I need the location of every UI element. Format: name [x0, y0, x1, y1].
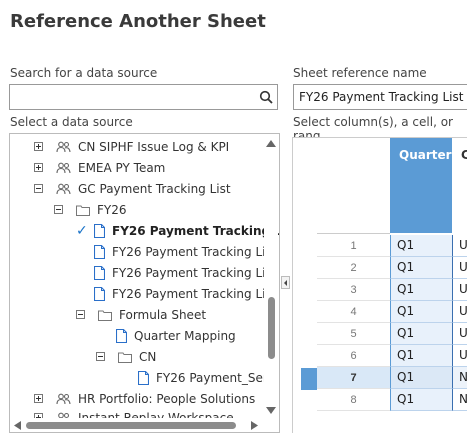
tree-item-fy26-folder[interactable]: FY26 — [54, 199, 127, 220]
row-number[interactable]: 6 — [317, 345, 390, 367]
sheet-icon — [94, 286, 105, 301]
cell-c[interactable]: U — [452, 235, 467, 257]
tree-item-formula-sheet[interactable]: Formula Sheet — [76, 304, 206, 325]
cell-c[interactable]: U — [452, 279, 467, 301]
cell-quarter[interactable]: Q1 — [390, 389, 452, 411]
expand-icon[interactable] — [34, 163, 43, 172]
cell-quarter[interactable]: Q1 — [390, 367, 452, 389]
tree-vertical-scrollbar[interactable] — [264, 134, 278, 418]
group-icon — [56, 162, 71, 174]
row-header-divider — [317, 233, 390, 234]
cell-c[interactable]: N — [452, 389, 467, 411]
tree-item-label: EMEA PY Team — [78, 160, 166, 175]
tree-item-label: GC Payment Tracking List — [78, 181, 231, 196]
scroll-up-icon[interactable] — [266, 140, 276, 147]
scroll-left-icon[interactable] — [14, 421, 21, 430]
tree-item-gc-payment-tracking[interactable]: GC Payment Tracking List — [34, 178, 231, 199]
tree-item-cn-siphf[interactable]: CN SIPHF Issue Log & KPI — [34, 136, 229, 157]
cell-c[interactable]: U — [452, 301, 467, 323]
tree-item-fy26-payment-ser[interactable]: FY26 Payment_Ser — [138, 367, 268, 388]
sheet-icon — [94, 223, 105, 238]
tree-item-label: HR Portfolio: People Solutions — [78, 391, 256, 406]
column-header-quarter[interactable]: Quarter — [390, 138, 452, 233]
tree-item-label: FY26 Payment Tracking Li — [112, 223, 280, 238]
tree-item-label: FY26 Payment Tracking Lis — [112, 286, 272, 301]
sheet-ref-box — [293, 84, 467, 110]
tree-item-fy26-payment-4[interactable]: FY26 Payment Tracking Lis — [94, 283, 272, 304]
collapse-icon[interactable] — [54, 205, 63, 214]
folder-icon — [76, 204, 90, 216]
dialog-title: Reference Another Sheet — [10, 11, 266, 32]
tree-item-label: Formula Sheet — [119, 307, 207, 322]
row-number[interactable]: 3 — [317, 279, 390, 301]
cell-c[interactable]: U — [452, 323, 467, 345]
scroll-down-icon[interactable] — [266, 407, 276, 414]
tree-item-quarter-mapping[interactable]: Quarter Mapping — [116, 325, 236, 346]
sheet-preview-grid: Quarter C 1 Q1 U 2 Q1 U 3 Q1 U 4 Q1 U 5 … — [292, 137, 467, 433]
tree-item-fy26-payment-3[interactable]: FY26 Payment Tracking Lis — [94, 262, 272, 283]
sheet-icon — [116, 328, 127, 343]
row-number[interactable]: 7 — [317, 367, 390, 389]
data-source-tree: CN SIPHF Issue Log & KPI EMEA PY Team GC… — [9, 133, 280, 433]
search-input[interactable] — [10, 85, 250, 109]
collapse-icon[interactable] — [96, 352, 105, 361]
tree-item-label: Quarter Mapping — [134, 328, 236, 343]
search-icon[interactable] — [259, 90, 273, 104]
vertical-scroll-thumb[interactable] — [268, 297, 275, 359]
sheet-ref-input[interactable] — [294, 85, 467, 109]
scroll-right-icon[interactable] — [251, 421, 258, 430]
column-header-c[interactable]: C — [452, 138, 467, 233]
cell-c[interactable]: N — [452, 367, 467, 389]
tree-item-fy26-payment-2[interactable]: FY26 Payment Tracking Lis — [94, 241, 272, 262]
row-number[interactable]: 4 — [317, 301, 390, 323]
row-number[interactable]: 1 — [317, 235, 390, 257]
row-selection-marker[interactable] — [301, 368, 317, 390]
tree-item-label: FY26 — [97, 202, 127, 217]
checkmark-icon: ✓ — [76, 222, 88, 239]
cell-quarter[interactable]: Q1 — [390, 257, 452, 279]
group-icon — [56, 183, 71, 195]
tree-item-label: FY26 Payment Tracking Lis — [112, 244, 272, 259]
search-label: Search for a data source — [10, 66, 158, 80]
cell-quarter[interactable]: Q1 — [390, 235, 452, 257]
tree-item-label: FY26 Payment Tracking Lis — [112, 265, 272, 280]
sheet-icon — [138, 370, 149, 385]
row-number[interactable]: 8 — [317, 389, 390, 411]
tree-item-cn-folder[interactable]: CN — [96, 346, 156, 367]
collapse-icon[interactable] — [76, 310, 85, 319]
cell-quarter[interactable]: Q1 — [390, 279, 452, 301]
tree-item-label: CN — [139, 349, 157, 364]
source-label: Select a data source — [10, 115, 133, 129]
sheet-ref-label: Sheet reference name — [293, 66, 427, 80]
tree-horizontal-scrollbar[interactable] — [10, 418, 279, 432]
cell-c[interactable]: U — [452, 257, 467, 279]
sheet-icon — [94, 265, 105, 280]
horizontal-scroll-thumb[interactable] — [26, 422, 236, 429]
collapse-icon[interactable] — [34, 184, 43, 193]
tree-item-label: FY26 Payment_Ser — [156, 370, 268, 385]
collapse-panel-handle[interactable] — [281, 276, 290, 289]
tree-item-fy26-payment-selected[interactable]: ✓ FY26 Payment Tracking Li — [76, 220, 280, 241]
row-number[interactable]: 2 — [317, 257, 390, 279]
group-icon — [56, 393, 71, 405]
expand-icon[interactable] — [34, 142, 43, 151]
folder-icon — [118, 351, 132, 363]
row-number[interactable]: 5 — [317, 323, 390, 345]
tree-item-label: CN SIPHF Issue Log & KPI — [78, 139, 230, 154]
folder-icon — [98, 309, 112, 321]
expand-icon[interactable] — [34, 394, 43, 403]
group-icon — [56, 141, 71, 153]
sheet-icon — [94, 244, 105, 259]
cell-quarter[interactable]: Q1 — [390, 345, 452, 367]
cell-c[interactable]: U — [452, 345, 467, 367]
search-box — [9, 84, 278, 110]
tree-item-hr-portfolio[interactable]: HR Portfolio: People Solutions — [34, 388, 255, 409]
cell-quarter[interactable]: Q1 — [390, 323, 452, 345]
tree-item-emea-py-team[interactable]: EMEA PY Team — [34, 157, 165, 178]
cell-quarter[interactable]: Q1 — [390, 301, 452, 323]
